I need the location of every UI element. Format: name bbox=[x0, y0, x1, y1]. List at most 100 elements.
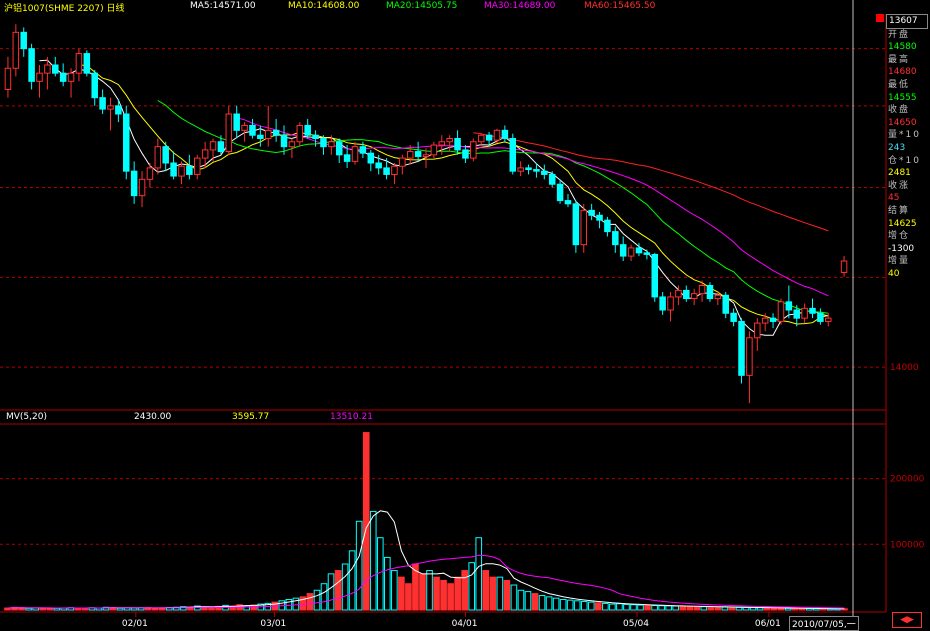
candle-body bbox=[619, 244, 627, 257]
volume-bar bbox=[609, 603, 616, 611]
candle-body bbox=[754, 322, 761, 339]
mv20-line bbox=[7, 554, 845, 609]
volume-bar bbox=[355, 520, 363, 611]
candle-body bbox=[146, 167, 154, 180]
volume-bar bbox=[545, 596, 553, 611]
candle-body bbox=[225, 113, 233, 153]
mv-value-2: 3595.77 bbox=[232, 412, 270, 422]
candle-body bbox=[328, 141, 335, 148]
volume-bar bbox=[405, 583, 412, 611]
volume-bar bbox=[348, 550, 356, 611]
candle-body bbox=[296, 124, 304, 143]
panel-label-add-volume: 增量 bbox=[888, 256, 911, 267]
panel-label-close: 收盘 bbox=[888, 105, 911, 116]
candle-body bbox=[52, 64, 59, 74]
x-tick-label: 06/01 bbox=[755, 619, 781, 629]
volume-bar bbox=[320, 583, 328, 611]
candle-body bbox=[186, 165, 193, 175]
candle-body bbox=[730, 312, 737, 322]
candle-body bbox=[643, 252, 651, 255]
volume-bar bbox=[538, 595, 546, 611]
candle-body bbox=[612, 231, 619, 246]
volume-bar bbox=[616, 603, 623, 611]
volume-bar bbox=[742, 607, 750, 611]
candle-body bbox=[359, 146, 367, 154]
candle-body bbox=[801, 307, 808, 319]
panel-top-value: 13607 bbox=[886, 14, 928, 29]
candle-body bbox=[406, 151, 414, 159]
panel-value-low: 14555 bbox=[888, 92, 917, 103]
volume-bar bbox=[440, 579, 447, 611]
volume-bar bbox=[398, 576, 405, 611]
volume-bar bbox=[468, 562, 476, 611]
volume-bar bbox=[672, 605, 679, 611]
panel-value-volume: 243 bbox=[888, 142, 906, 153]
candle-body bbox=[272, 129, 280, 136]
volume-bar bbox=[489, 576, 497, 611]
candle-body bbox=[683, 289, 690, 300]
panel-label-low: 最低 bbox=[888, 79, 911, 90]
candle-body bbox=[809, 307, 816, 314]
volume-bar bbox=[334, 570, 342, 611]
candle-body bbox=[533, 169, 540, 172]
panel-value-settle: 14625 bbox=[888, 218, 917, 229]
volume-bar bbox=[285, 598, 293, 611]
volume-bar bbox=[552, 597, 560, 611]
volume-bar bbox=[369, 510, 377, 611]
ma10-label: MA10:14608.00 bbox=[288, 1, 360, 11]
panel-value-position: 2481 bbox=[888, 168, 911, 179]
volume-bar bbox=[658, 605, 665, 611]
volume-bar bbox=[721, 606, 729, 611]
volume-bar bbox=[376, 537, 384, 611]
volume-bar bbox=[503, 579, 511, 611]
candle-body bbox=[67, 72, 75, 82]
candle-body bbox=[28, 48, 35, 82]
scroll-arrow-icon[interactable]: ◀▶ bbox=[892, 612, 922, 628]
candle-body bbox=[138, 178, 146, 197]
ma60-label: MA60:15465.50 bbox=[584, 1, 656, 11]
volume-bar bbox=[602, 602, 609, 611]
volume-bar bbox=[426, 570, 433, 611]
candle-body bbox=[178, 165, 185, 177]
candle-body bbox=[825, 317, 832, 322]
candle-body bbox=[722, 294, 729, 314]
volume-bar bbox=[595, 602, 602, 611]
candle-body bbox=[264, 129, 272, 139]
x-tick-label: 04/01 bbox=[452, 619, 478, 629]
volume-bar bbox=[644, 604, 651, 611]
cursor-marker[interactable] bbox=[876, 14, 884, 22]
candle-body bbox=[667, 296, 674, 311]
candle-body bbox=[493, 129, 501, 141]
candle-body bbox=[462, 149, 469, 159]
volume-bar bbox=[39, 607, 46, 611]
volume-bars bbox=[4, 432, 848, 611]
panel-value-high: 14680 bbox=[888, 67, 917, 78]
volume-bar bbox=[777, 607, 785, 611]
status-date: 2010/07/05,一 bbox=[789, 616, 859, 631]
candle-body bbox=[44, 64, 51, 74]
candle-body bbox=[446, 138, 453, 143]
volume-bar bbox=[517, 589, 525, 611]
volume-bar bbox=[679, 605, 687, 611]
volume-bar bbox=[623, 603, 630, 611]
axes: 14000 100000 200000 02/01 03/01 04/01 05/04 06/… bbox=[0, 0, 925, 630]
candle-body bbox=[241, 124, 248, 131]
candle-body bbox=[383, 167, 390, 175]
volume-bar bbox=[630, 604, 637, 611]
candle-body bbox=[367, 152, 375, 164]
candle-body bbox=[509, 138, 517, 172]
volume-bar bbox=[447, 583, 454, 611]
candle-body bbox=[59, 72, 67, 82]
candle-body bbox=[588, 209, 595, 216]
candle-body bbox=[343, 154, 351, 162]
volume-ma-lines bbox=[7, 510, 845, 610]
candle-body bbox=[793, 309, 800, 319]
mv5-line bbox=[7, 510, 845, 610]
candle-body bbox=[351, 146, 359, 162]
candle-body bbox=[596, 214, 603, 221]
candle-body bbox=[217, 141, 225, 153]
panel-label-position: 仓*10 bbox=[888, 155, 921, 166]
ma5-label: MA5:14571.00 bbox=[190, 1, 256, 11]
volume-bar bbox=[327, 573, 335, 611]
candle-body bbox=[659, 296, 666, 311]
